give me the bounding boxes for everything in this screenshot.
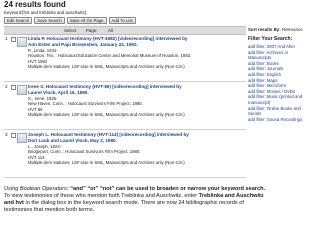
book-cover-icon <box>17 85 27 95</box>
record-details: S., Irene, 1925- New Haven, Conn. : Holo… <box>28 96 242 117</box>
record-checkbox[interactable] <box>11 85 16 90</box>
select-label: Select <box>64 28 77 33</box>
record-title-line: Laurel Vlock, April 16, 1980. <box>28 89 89 95</box>
record-number: 2 <box>5 84 8 89</box>
caption-lead: Using Boolean Operators <box>4 186 67 192</box>
record-number: 1 <box>5 36 8 41</box>
record-status: Multiple item statuses; LSF-Use in SML, … <box>28 159 185 165</box>
caption-line3-rest: in the dialog box in the keyword search … <box>23 200 244 206</box>
record-title-link[interactable]: Joseph L. Holocaust testimony (HVT-114) … <box>28 132 242 143</box>
caption-line2-bold: Treblinka and Auschwitz <box>198 193 264 199</box>
save-all-on-page-button[interactable]: Save All On Page <box>66 17 107 24</box>
results-count-title: 24 results found <box>4 0 66 9</box>
instruction-caption: Using Boolean Operators: “and” “or” “not… <box>4 186 316 238</box>
caption-operators: : “and” “or” “not” can be used to broade… <box>66 186 266 192</box>
book-cover-icon <box>17 37 27 47</box>
filter-sound[interactable]: add filter: Sound Recordings <box>248 117 318 123</box>
record-title-line: Ann Estes and Papi Brownstein, January 2… <box>28 41 138 47</box>
save-search-button[interactable]: Save Search <box>34 17 65 24</box>
edit-search-button[interactable]: Edit Search <box>4 17 33 24</box>
page-label: Page: <box>86 28 98 33</box>
caption-line3-bold: and hvt <box>4 200 24 206</box>
keyword-query: Keyword:[hvt and treblinka and auschwitz… <box>4 10 87 15</box>
sort-relevance-select[interactable]: Relevance <box>282 27 303 32</box>
result-record: 1 Linda P. Holocaust testimony (HVT-1982… <box>4 35 246 82</box>
record-title-line: Dori Laub and Laurel Vlock, May 2, 1980. <box>28 137 117 143</box>
record-checkbox[interactable] <box>11 133 16 138</box>
results-list: 1 Linda P. Holocaust testimony (HVT-1982… <box>4 35 246 183</box>
book-cover-icon <box>17 133 27 143</box>
sort-by-label: Sort results By: Relevance <box>248 26 316 33</box>
caption-line2-prefix: To view testimonies of those who mention… <box>4 193 199 199</box>
record-title-link[interactable]: Irene S. Holocaust testimony (HVT-86) [v… <box>28 84 242 95</box>
record-details: P., Linda, 1931- Houston, Tex. : Holocau… <box>28 48 242 69</box>
record-status: Multiple item statuses; LSF-Use in SML, … <box>28 63 185 69</box>
record-title-link[interactable]: Linda P. Holocaust testimony (HVT-1982) … <box>28 36 242 47</box>
sort-by-text: Sort results By: <box>248 27 281 32</box>
record-checkbox[interactable] <box>11 37 16 42</box>
record-number: 3 <box>5 132 8 137</box>
results-toolbar: Edit Search Save Search Save All On Page… <box>4 17 136 24</box>
record-details: L., Joseph, 1924- Bridgeport, Conn. : Ho… <box>28 144 242 165</box>
filter-title: Filter Your Search: <box>248 36 293 42</box>
caption-line4: testimonies that mention both terms. <box>4 207 95 213</box>
record-status: Multiple item statuses; LSF-Use in SML, … <box>28 111 185 117</box>
add-to-list-button[interactable]: Add To List <box>108 17 136 24</box>
filter-sidebar: Filter Your Search: add filter: 2007 And… <box>248 36 318 186</box>
select-all-link[interactable]: All <box>108 27 113 34</box>
result-record: 3 Joseph L. Holocaust testimony (HVT-114… <box>4 131 246 178</box>
result-record: 2 Irene S. Holocaust testimony (HVT-86) … <box>4 83 246 130</box>
results-header-bar: Select Page: All <box>4 26 246 35</box>
